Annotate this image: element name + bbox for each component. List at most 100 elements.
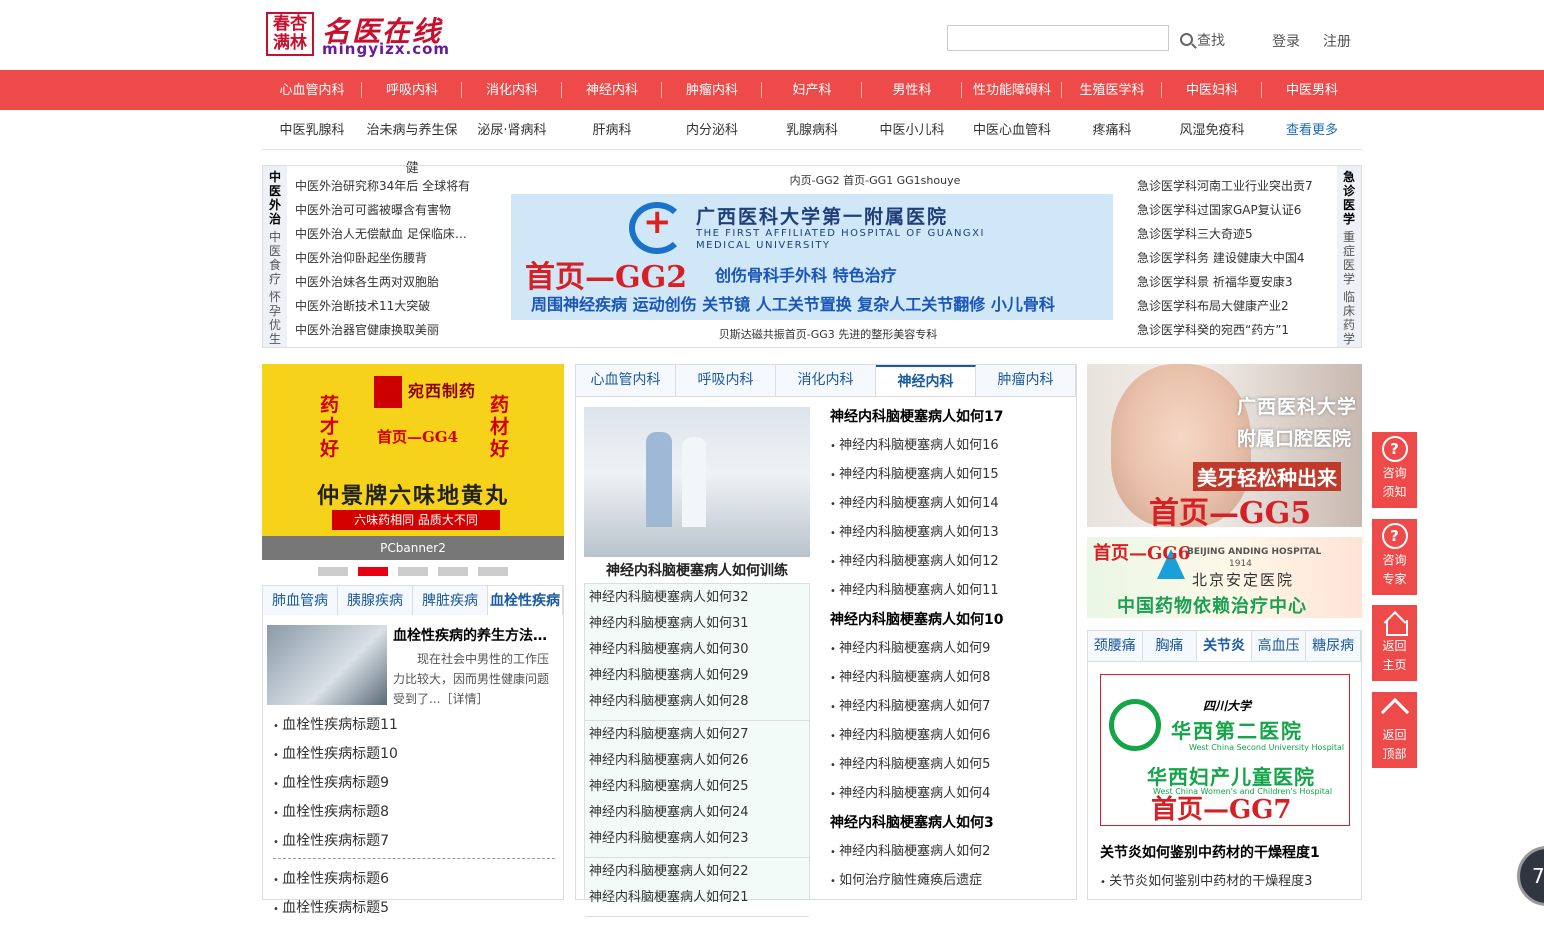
vtab-active[interactable]: 急诊医学 xyxy=(1342,166,1356,226)
list-item[interactable]: 神经内科脑梗塞病人如何21 xyxy=(589,886,809,912)
ad-gg2[interactable]: 广西医科大学第一附属医院 THE FIRST AFFILIATED HOSPIT… xyxy=(511,194,1113,320)
search-button[interactable]: 查找 xyxy=(1180,30,1225,50)
subnav-item[interactable]: 中医小儿科 xyxy=(862,112,962,149)
tab-item[interactable]: 呼吸内科 xyxy=(676,365,776,396)
subnav-item[interactable]: 肝病科 xyxy=(562,112,662,149)
carousel-dot[interactable] xyxy=(318,567,348,576)
list-item[interactable]: 血栓性疾病标题7 xyxy=(273,829,555,858)
list-heading[interactable]: 神经内科脑梗塞病人如何10 xyxy=(830,608,1070,637)
news-item[interactable]: 急诊医学科三大奇迹5 xyxy=(1137,226,1327,250)
tab-item[interactable]: 高血压 xyxy=(1251,631,1307,661)
corner-widget[interactable]: 7 xyxy=(1517,846,1544,906)
news-item[interactable]: 中医外治断技术11大突破 xyxy=(295,298,475,322)
list-item[interactable]: 神经内科脑梗塞病人如何28 xyxy=(589,690,809,716)
news-item[interactable]: 中医外治可可酱被曝含有害物 xyxy=(295,202,475,226)
vtab-item[interactable]: 怀孕优生 xyxy=(268,290,282,346)
tab-item[interactable]: 脾脏疾病 xyxy=(413,586,488,615)
list-item[interactable]: 神经内科脑梗塞病人如何29 xyxy=(589,664,809,690)
list-item[interactable]: 神经内科脑梗塞病人如何11 xyxy=(830,579,1070,608)
news-item[interactable]: 急诊医学科景 祈福华夏安康3 xyxy=(1137,274,1327,298)
nav-item[interactable]: 肿瘤内科 xyxy=(662,70,762,110)
vtab-item[interactable]: 中医食疗 xyxy=(268,230,282,286)
article-thumbnail[interactable] xyxy=(267,625,387,705)
site-logo[interactable]: 春杏满林 名医在线 mingyizx.com xyxy=(266,12,466,58)
subnav-item[interactable]: 内分泌科 xyxy=(662,112,762,149)
vtab-item[interactable]: 临床药学 xyxy=(1342,290,1356,346)
list-item[interactable]: 神经内科脑梗塞病人如何8 xyxy=(830,666,1070,695)
tab-item[interactable]: 肿瘤内科 xyxy=(976,365,1076,396)
back-top-button[interactable]: 返回顶部 xyxy=(1372,692,1417,768)
news-item[interactable]: 急诊医学科布局大健康产业2 xyxy=(1137,298,1327,322)
carousel-dot[interactable] xyxy=(358,567,388,576)
news-item[interactable]: 急诊医学科癸的宛西“药方”1 xyxy=(1137,322,1327,346)
register-link[interactable]: 注册 xyxy=(1323,31,1351,51)
tab-item[interactable]: 血栓性疾病 xyxy=(488,586,563,615)
list-item[interactable]: 神经内科脑梗塞病人如何14 xyxy=(830,492,1070,521)
subnav-item[interactable]: 治未病与养生保健 xyxy=(362,112,462,176)
subnav-item[interactable]: 风湿免疫科 xyxy=(1162,112,1262,149)
news-item[interactable]: 急诊医学科过国家GAP复认证6 xyxy=(1137,202,1327,226)
nav-item[interactable]: 男性科 xyxy=(862,70,962,110)
login-link[interactable]: 登录 xyxy=(1272,31,1300,51)
ad-gg5[interactable]: 广西医科大学 附属口腔医院 美牙轻松种出来 首页—GG5 xyxy=(1087,364,1362,527)
list-item[interactable]: 神经内科脑梗塞病人如何27 xyxy=(589,723,809,749)
nav-item[interactable]: 中医妇科 xyxy=(1162,70,1262,110)
right-article-title[interactable]: 关节炎如何鉴别中药材的干燥程度1 xyxy=(1100,842,1320,862)
nav-item[interactable]: 心血管内科 xyxy=(262,70,362,110)
tab-item[interactable]: 糖尿病 xyxy=(1306,631,1361,661)
tab-item[interactable]: 神经内科 xyxy=(876,365,976,396)
list-item[interactable]: 关节炎如何鉴别中药材的干燥程度3 xyxy=(1100,870,1312,889)
consult-notice-button[interactable]: ? 咨询须知 xyxy=(1372,432,1417,508)
subnav-item[interactable]: 中医乳腺科 xyxy=(262,112,362,149)
carousel-banner[interactable]: 宛西制药 药才好 药材好 首页—GG4 仲景牌六味地黄丸 六味药相同 品质大不同… xyxy=(262,364,564,560)
nav-item[interactable]: 生殖医学科 xyxy=(1062,70,1162,110)
list-item[interactable]: 血栓性疾病标题10 xyxy=(273,742,555,771)
list-item[interactable]: 如何治疗脑性瘫痪后遗症 xyxy=(830,869,1070,898)
list-item[interactable]: 神经内科脑梗塞病人如何25 xyxy=(589,775,809,801)
nav-item[interactable]: 性功能障碍科 xyxy=(962,70,1062,110)
tab-item[interactable]: 肺血管病 xyxy=(263,586,338,615)
list-item[interactable]: 血栓性疾病标题5 xyxy=(273,896,555,925)
list-item[interactable]: 神经内科脑梗塞病人如何7 xyxy=(830,695,1070,724)
list-item[interactable]: 神经内科脑梗塞病人如何2 xyxy=(830,840,1070,869)
list-item[interactable]: 血栓性疾病标题9 xyxy=(273,771,555,800)
subnav-item[interactable]: 中医心血管科 xyxy=(962,112,1062,149)
subnav-item[interactable]: 泌尿·肾病科 xyxy=(462,112,562,149)
back-home-button[interactable]: 返回主页 xyxy=(1372,605,1417,681)
tab-item[interactable]: 颈腰痛 xyxy=(1088,631,1143,661)
carousel-dot[interactable] xyxy=(438,567,468,576)
list-item[interactable]: 神经内科脑梗塞病人如何5 xyxy=(830,753,1070,782)
tab-item[interactable]: 关节炎 xyxy=(1197,631,1252,661)
tab-item[interactable]: 心血管内科 xyxy=(576,365,676,396)
search-input[interactable] xyxy=(947,25,1169,51)
list-item[interactable]: 神经内科脑梗塞病人如何24 xyxy=(589,801,809,827)
consult-expert-button[interactable]: ? 咨询专家 xyxy=(1372,519,1417,595)
list-item[interactable]: 神经内科脑梗塞病人如何15 xyxy=(830,463,1070,492)
list-item[interactable]: 神经内科脑梗塞病人如何4 xyxy=(830,782,1070,811)
list-item[interactable]: 神经内科脑梗塞病人如何32 xyxy=(589,586,809,612)
list-item[interactable]: 神经内科脑梗塞病人如何9 xyxy=(830,637,1070,666)
list-item[interactable]: 神经内科脑梗塞病人如何6 xyxy=(830,724,1070,753)
tab-item[interactable]: 胰腺疾病 xyxy=(338,586,413,615)
news-item[interactable]: 中医外治仰卧起坐伤腰背 xyxy=(295,250,475,274)
carousel-dot[interactable] xyxy=(398,567,428,576)
list-heading[interactable]: 神经内科脑梗塞病人如何17 xyxy=(830,405,1070,434)
nav-item[interactable]: 神经内科 xyxy=(562,70,662,110)
list-heading[interactable]: 神经内科脑梗塞病人如何3 xyxy=(830,811,1070,840)
nav-item[interactable]: 中医男科 xyxy=(1262,70,1362,110)
ad-top-links[interactable]: 内页-GG2 首页-GG1 GG1shouye xyxy=(725,172,1025,188)
tab-item[interactable]: 消化内科 xyxy=(776,365,876,396)
list-item[interactable]: 血栓性疾病标题6 xyxy=(273,867,555,896)
tab-item[interactable]: 胸痛 xyxy=(1142,631,1198,661)
nav-item[interactable]: 妇产科 xyxy=(762,70,862,110)
vtab-item[interactable]: 重症医学 xyxy=(1342,230,1356,286)
news-item[interactable]: 中医外治人无偿献血 足保临床… xyxy=(295,226,475,250)
news-item[interactable]: 急诊医学科河南工业行业突出贡7 xyxy=(1137,178,1327,202)
list-item[interactable]: 神经内科脑梗塞病人如何12 xyxy=(830,550,1070,579)
list-item[interactable]: 神经内科脑梗塞病人如何22 xyxy=(589,860,809,886)
article-image[interactable] xyxy=(584,407,810,557)
image-caption[interactable]: 神经内科脑梗塞病人如何训练 xyxy=(584,560,810,580)
ad-gg7[interactable]: 四川大学 华西第二医院 West China Second University… xyxy=(1100,674,1350,826)
nav-item[interactable]: 消化内科 xyxy=(462,70,562,110)
nav-item[interactable]: 呼吸内科 xyxy=(362,70,462,110)
